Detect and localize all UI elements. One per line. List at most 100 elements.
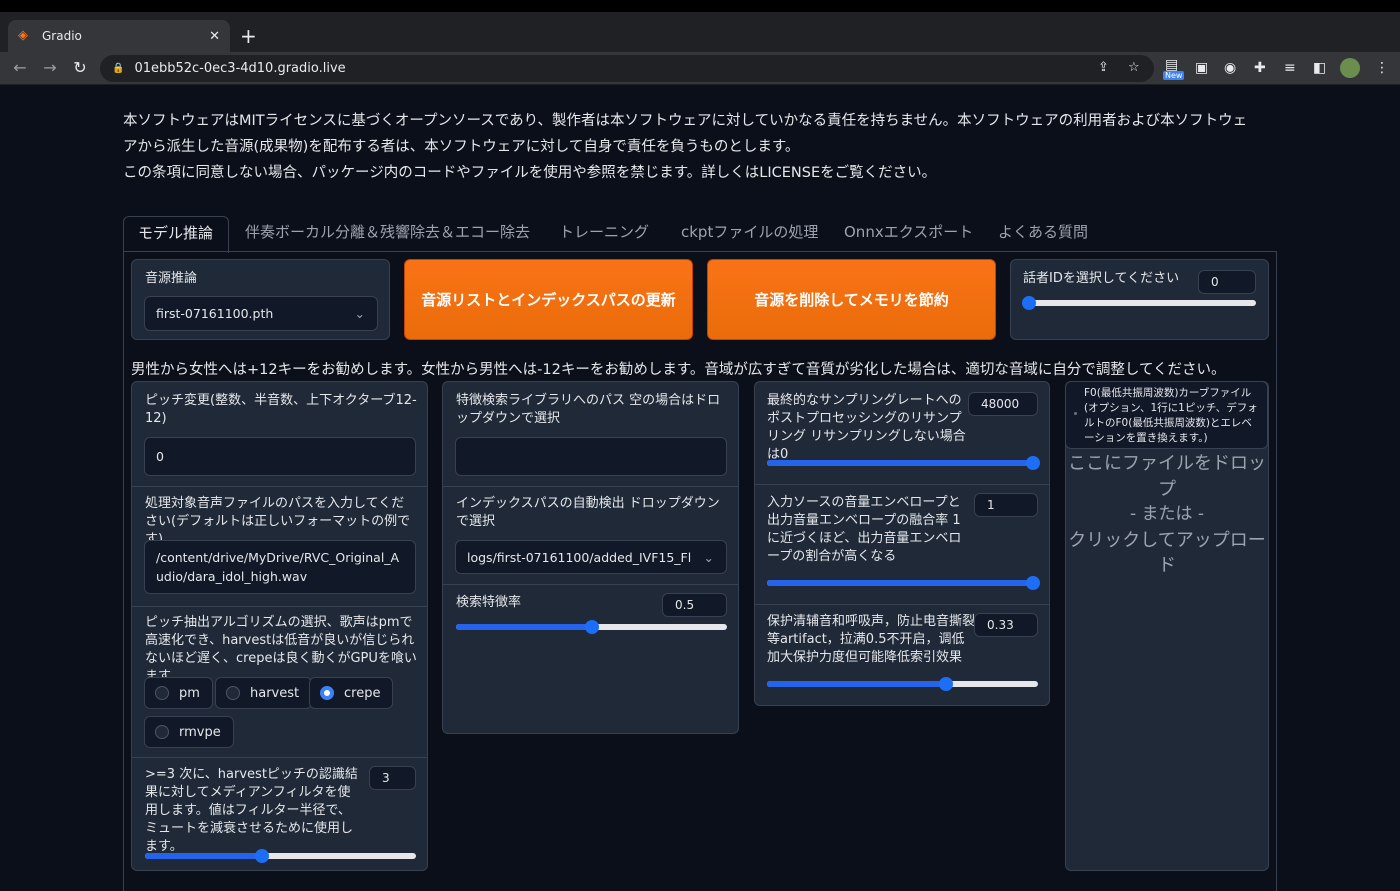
- envelope-slider[interactable]: [767, 576, 1040, 590]
- drop-or: - または -: [1129, 504, 1205, 524]
- radio-dot: [155, 686, 169, 700]
- f0-file-label-text: F0(最低共振周波数)カーブファイル(オプション、1行に1ピッチ、デフォルトのF…: [1084, 387, 1258, 444]
- tab-training[interactable]: トレーニング: [545, 216, 663, 252]
- protect-input[interactable]: 0.33: [974, 613, 1038, 637]
- tab-model-inference[interactable]: モデル推論: [123, 216, 229, 253]
- speaker-number-input[interactable]: 0: [1198, 270, 1256, 294]
- model-dropdown[interactable]: first-07161100.pth ⌄: [144, 296, 378, 331]
- back-icon[interactable]: ←: [10, 58, 30, 77]
- pitch-label: ピッチ変更(整数、半音数、上下オクターブ12-12): [145, 393, 417, 426]
- tab-faq[interactable]: よくある質問: [984, 216, 1102, 252]
- bullet-icon: [1074, 412, 1077, 415]
- pitch-input[interactable]: 0: [144, 437, 416, 476]
- feature-path-label: 特徴検索ライブラリへのパス 空の場合はドロップダウンで選択: [456, 393, 721, 426]
- column-1: ピッチ変更(整数、半音数、上下オクターブ12-12) 0 処理対象音声ファイルの…: [131, 381, 428, 871]
- extension-cam-icon[interactable]: ◉: [1224, 60, 1236, 76]
- radio-crepe[interactable]: crepe: [309, 677, 394, 709]
- page-content: 本ソフトウェアはMITライセンスに基づくオープンソースであり、製作者は本ソフトウ…: [0, 86, 1400, 891]
- radio-label: crepe: [344, 685, 381, 701]
- f0-file-label: F0(最低共振周波数)カーブファイル(オプション、1行に1ピッチ、デフォルトのF…: [1065, 381, 1268, 449]
- tab-onnx-export[interactable]: Onnxエクスポート: [830, 216, 987, 252]
- forward-icon[interactable]: →: [40, 58, 60, 77]
- close-icon[interactable]: ✕: [209, 29, 220, 44]
- main-tabs: モデル推論 伴奏ボーカル分離＆残響除去＆エコー除去 トレーニング ckptファイ…: [123, 216, 1277, 253]
- model-select-block: 音源推論 first-07161100.pth ⌄: [131, 259, 390, 340]
- divider: [443, 584, 738, 585]
- radio-label: rmvpe: [179, 724, 221, 740]
- address-bar[interactable]: 🔒 01ebb52c-0ec3-4d10.gradio.live ⇪ ☆: [100, 55, 1154, 82]
- dropzone-text[interactable]: ここにファイルをドロップ - または - クリックしてアップロード: [1065, 451, 1269, 579]
- radio-dot: [226, 686, 240, 700]
- license-line: この条項に同意しない場合、パッケージ内のコードやファイルを使用や参照を禁じます。…: [123, 165, 937, 181]
- license-line: 本ソフトウェアはMITライセンスに基づくオープンソースであり、製作者は本ソフトウ…: [123, 113, 1248, 129]
- protect-slider[interactable]: [767, 677, 1038, 691]
- divider: [755, 604, 1049, 605]
- speaker-block: 話者IDを選択してください 0: [1010, 259, 1269, 340]
- search-ratio-input[interactable]: 0.5: [662, 593, 727, 617]
- search-ratio-label: 検索特徴率: [456, 595, 522, 610]
- radio-harvest[interactable]: harvest: [215, 677, 313, 709]
- speaker-label: 話者IDを選択してください: [1023, 271, 1180, 286]
- radio-dot: [155, 725, 169, 739]
- pitch-hint: 男性から女性へは+12キーをお勧めします。女性から男性へは-12キーをお勧めしま…: [131, 362, 1226, 378]
- algorithm-label: ピッチ抽出アルゴリズムの選択、歌声はpmで高速化でき、harvestは低音が良い…: [145, 615, 417, 684]
- index-value: logs/first-07161100/added_IVF15_Flat_np: [467, 549, 692, 565]
- license-line: アから派生した音源(成果物)を配布する者は、本ソフトウェアに対して自身で責任を負…: [123, 139, 800, 155]
- radio-label: harvest: [250, 685, 300, 701]
- browser-tab[interactable]: ◈ Gradio ✕: [8, 20, 230, 52]
- new-tab-icon[interactable]: +: [240, 26, 257, 46]
- resample-input[interactable]: 48000: [968, 392, 1038, 416]
- median-filter-slider[interactable]: [145, 849, 416, 863]
- speaker-slider[interactable]: [1022, 296, 1256, 310]
- browser-tab-strip: ◈ Gradio ✕ +: [0, 12, 1400, 52]
- resample-slider[interactable]: [767, 456, 1040, 470]
- chevron-down-icon: ⌄: [703, 549, 714, 565]
- playlist-icon[interactable]: ≡: [1284, 60, 1296, 76]
- radio-rmvpe[interactable]: rmvpe: [144, 716, 234, 748]
- envelope-input[interactable]: 1: [974, 493, 1038, 517]
- median-filter-input[interactable]: 3: [369, 766, 416, 790]
- radio-label: pm: [179, 685, 200, 701]
- audio-path-input[interactable]: /content/drive/MyDrive/RVC_Original_Audi…: [144, 540, 416, 594]
- protect-label: 保护清辅音和呼吸声，防止电音撕裂等artifact，拉满0.5不开启，调低加大保…: [767, 614, 976, 665]
- menu-icon[interactable]: ⋮: [1375, 60, 1389, 76]
- envelope-label: 入力ソースの音量エンベロープと出力音量エンベロープの融合率 1に近づくほど、出力…: [767, 495, 962, 564]
- browser-toolbar: ← → ↻ 🔒 01ebb52c-0ec3-4d10.gradio.live ⇪…: [0, 52, 1400, 85]
- avatar[interactable]: [1340, 58, 1360, 78]
- click-upload: クリックしてアップロード: [1068, 529, 1266, 577]
- column-2: 特徴検索ライブラリへのパス 空の場合はドロップダウンで選択 インデックスパスの自…: [442, 381, 739, 734]
- puzzle-icon[interactable]: ✚: [1254, 60, 1266, 76]
- sidepanel-icon[interactable]: ◧: [1313, 60, 1326, 76]
- chevron-down-icon: ⌄: [354, 306, 365, 321]
- unload-button[interactable]: 音源を削除してメモリを節約: [707, 259, 996, 340]
- window-top-bar: [0, 0, 1400, 12]
- gradio-logo-icon: ◈: [18, 28, 28, 43]
- model-label: 音源推論: [145, 271, 198, 286]
- divider: [132, 757, 427, 758]
- license-text: 本ソフトウェアはMITライセンスに基づくオープンソースであり、製作者は本ソフトウ…: [123, 108, 1283, 186]
- notion-icon[interactable]: ▣: [1195, 60, 1208, 76]
- reload-icon[interactable]: ↻: [70, 58, 90, 77]
- column-3: 最終的なサンプリングレートへのポストプロセッシングのリサンプリング リサンプリン…: [754, 381, 1050, 706]
- feature-path-input[interactable]: [455, 437, 727, 476]
- browser-tab-title: Gradio: [42, 29, 82, 43]
- share-icon[interactable]: ⇪: [1098, 60, 1109, 75]
- radio-pm[interactable]: pm: [144, 677, 213, 709]
- index-label: インデックスパスの自動検出 ドロップダウンで選択: [456, 496, 720, 529]
- divider: [755, 484, 1049, 485]
- refresh-button[interactable]: 音源リストとインデックスパスの更新: [404, 259, 693, 340]
- extension-s-icon[interactable]: ▤: [1165, 57, 1178, 73]
- tab-vocal-separation[interactable]: 伴奏ボーカル分離＆残響除去＆エコー除去: [231, 216, 544, 252]
- model-value: first-07161100.pth: [156, 306, 274, 321]
- url-text: 01ebb52c-0ec3-4d10.gradio.live: [134, 61, 346, 76]
- lock-icon: 🔒: [112, 63, 125, 74]
- search-ratio-slider[interactable]: [456, 620, 727, 634]
- divider: [132, 606, 427, 607]
- radio-dot-selected: [320, 686, 334, 700]
- index-dropdown[interactable]: logs/first-07161100/added_IVF15_Flat_np …: [455, 540, 727, 574]
- bookmark-star-icon[interactable]: ☆: [1128, 60, 1140, 75]
- tab-ckpt[interactable]: ckptファイルの処理: [667, 216, 832, 252]
- resample-label: 最終的なサンプリングレートへのポストプロセッシングのリサンプリング リサンプリン…: [767, 393, 966, 462]
- drop-line: ここにファイルをドロップ: [1068, 453, 1266, 500]
- divider: [132, 486, 427, 487]
